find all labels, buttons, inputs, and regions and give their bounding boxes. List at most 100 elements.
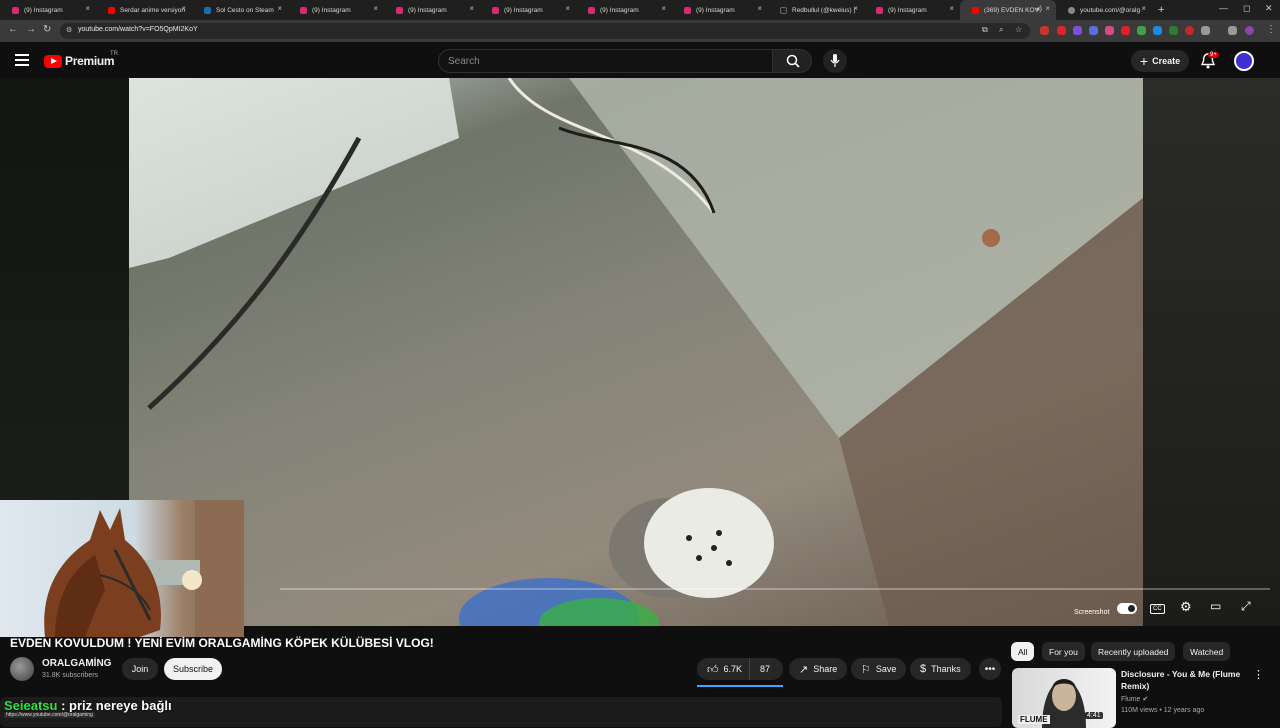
sidebar-toggle-icon[interactable] (1228, 26, 1237, 35)
extension-icon[interactable] (1137, 26, 1146, 35)
back-icon[interactable]: ← (8, 24, 18, 35)
youtube-premium-logo[interactable]: Premium TR (44, 51, 118, 68)
browser-menu-icon[interactable]: ⋮ (1266, 24, 1276, 35)
chat-message: : priz nereye bağlı (61, 698, 172, 713)
minimize-icon[interactable]: — (1219, 3, 1228, 13)
reload-icon[interactable]: ↻ (43, 24, 51, 35)
youtube-icon (108, 7, 115, 14)
join-button[interactable]: Join (122, 658, 158, 680)
extension-icon[interactable] (1201, 26, 1210, 35)
browser-tab[interactable]: youtube.com/@oralg × (1056, 0, 1152, 20)
close-tab-icon[interactable]: × (469, 4, 474, 13)
chat-username: Seieatsu (4, 698, 58, 713)
speaker-icon[interactable]: ◂) (1035, 4, 1042, 13)
close-tab-icon[interactable]: × (1045, 4, 1050, 13)
more-horizontal-icon: ••• (984, 663, 996, 675)
browser-tab[interactable]: Serdar anime versiyon × (96, 0, 192, 20)
search-button[interactable] (772, 49, 812, 73)
search-placeholder: Search (448, 56, 480, 67)
browser-tab[interactable]: (9) Instagram × (480, 0, 576, 20)
fullscreen-icon[interactable]: ⤢ (1241, 599, 1251, 614)
page-scrollbar[interactable] (1273, 56, 1278, 66)
tab-title: (9) Instagram (696, 6, 735, 14)
dislike-count: 87 (760, 664, 771, 674)
recommended-video-title[interactable]: Disclosure - You & Me (Flume Remix) (1121, 668, 1246, 692)
close-tab-icon[interactable]: × (373, 4, 378, 13)
site-info-icon[interactable]: ⚙ (66, 26, 72, 34)
close-tab-icon[interactable]: × (85, 4, 90, 13)
tab-title: Sol Cesto on Steam (216, 6, 274, 14)
browser-tab[interactable]: (9) Instagram × (288, 0, 384, 20)
share-button[interactable]: ↗ Share (789, 658, 848, 680)
tab-title: (9) Instagram (24, 6, 63, 14)
extension-icon[interactable] (1169, 26, 1178, 35)
browser-tab-active[interactable]: (369) EVDEN KOV ◂) × (960, 0, 1056, 20)
super-thanks-icon: $ (920, 663, 927, 675)
close-tab-icon[interactable]: × (757, 4, 762, 13)
dislike-button[interactable]: 87 (749, 658, 783, 680)
tab-title: Redbullul (@kwelus) | (792, 6, 856, 14)
channel-avatar[interactable] (10, 657, 34, 681)
browser-tab[interactable]: (9) Instagram × (672, 0, 768, 20)
extension-icon[interactable] (1073, 26, 1082, 35)
extension-icon[interactable] (1040, 26, 1049, 35)
extension-icon[interactable] (1185, 26, 1194, 35)
instagram-icon (492, 7, 499, 14)
profile-icon[interactable] (1245, 26, 1254, 35)
extension-icon[interactable] (1105, 26, 1114, 35)
zoom-icon[interactable]: ⌕ (999, 25, 1003, 35)
video-title: EVDEN KOVULDUM ! YENİ EVİM ORALGAMİNG KÖ… (10, 636, 434, 650)
like-button[interactable]: 👍︎ 6.7K (697, 658, 749, 680)
create-button[interactable]: + Create (1131, 50, 1189, 72)
close-tab-icon[interactable]: × (181, 4, 186, 13)
account-avatar[interactable] (1234, 51, 1254, 71)
filter-chip-recently-uploaded[interactable]: Recently uploaded (1091, 642, 1176, 661)
restore-icon[interactable]: ◻ (1243, 3, 1250, 14)
filter-chip-all[interactable]: All (1011, 642, 1035, 661)
subscribe-button[interactable]: Subscribe (164, 658, 222, 680)
miniplayer-icon[interactable]: ▭ (1210, 599, 1221, 613)
close-tab-icon[interactable]: × (565, 4, 570, 13)
extension-icon[interactable] (1057, 26, 1066, 35)
extension-icon[interactable] (1153, 26, 1162, 35)
forward-icon[interactable]: → (26, 24, 36, 35)
tiktok-icon (780, 7, 787, 14)
close-tab-icon[interactable]: × (277, 4, 282, 13)
more-vertical-icon[interactable]: ⋮ (1253, 668, 1264, 681)
settings-gear-icon[interactable]: ⚙ (1180, 599, 1192, 615)
progress-bar[interactable] (280, 588, 1270, 590)
browser-tab[interactable]: (9) Instagram × (0, 0, 96, 20)
recommended-video-thumbnail[interactable]: FLUME (1012, 668, 1116, 728)
browser-tab[interactable]: Sol Cesto on Steam × (192, 0, 288, 20)
recommended-channel-name[interactable]: Flume ✔ (1121, 695, 1148, 703)
browser-tab[interactable]: (9) Instagram × (384, 0, 480, 20)
more-actions-button[interactable]: ••• (979, 658, 1001, 680)
browser-tab[interactable]: Redbullul (@kwelus) | × (768, 0, 864, 20)
voice-search-button[interactable] (823, 49, 847, 73)
filter-chip-for-you[interactable]: For you (1042, 642, 1085, 661)
hamburger-menu-icon[interactable] (15, 54, 29, 66)
closed-captions-icon[interactable]: CC (1150, 604, 1165, 614)
close-tab-icon[interactable]: × (1141, 4, 1146, 13)
install-icon[interactable]: ⧉ (982, 25, 988, 35)
close-tab-icon[interactable]: × (661, 4, 666, 13)
filter-chip-watched[interactable]: Watched (1183, 642, 1231, 661)
thanks-button[interactable]: $ Thanks (910, 658, 971, 680)
save-button[interactable]: ⚐ Save (851, 658, 907, 680)
screenshot-toggle[interactable] (1117, 603, 1137, 614)
extension-icon[interactable] (1121, 26, 1130, 35)
close-tab-icon[interactable]: × (853, 4, 858, 13)
close-window-icon[interactable]: ✕ (1265, 3, 1273, 14)
address-bar[interactable]: ⚙ youtube.com/watch?v=FO5QpMI2KoY ⧉ ⌕ ☆ (60, 23, 1030, 39)
new-tab-button[interactable]: + (1158, 4, 1164, 16)
extension-icon[interactable] (1089, 26, 1098, 35)
channel-name[interactable]: ORALGAMİNG (42, 658, 111, 669)
close-tab-icon[interactable]: × (949, 4, 954, 13)
instagram-icon (12, 7, 19, 14)
search-input[interactable]: Search (438, 49, 774, 73)
tab-title: (9) Instagram (504, 6, 543, 14)
video-frame[interactable] (129, 78, 1143, 626)
browser-tab[interactable]: (9) Instagram × (576, 0, 672, 20)
browser-tab[interactable]: (9) Instagram × (864, 0, 960, 20)
bookmark-star-icon[interactable]: ☆ (1015, 25, 1022, 34)
